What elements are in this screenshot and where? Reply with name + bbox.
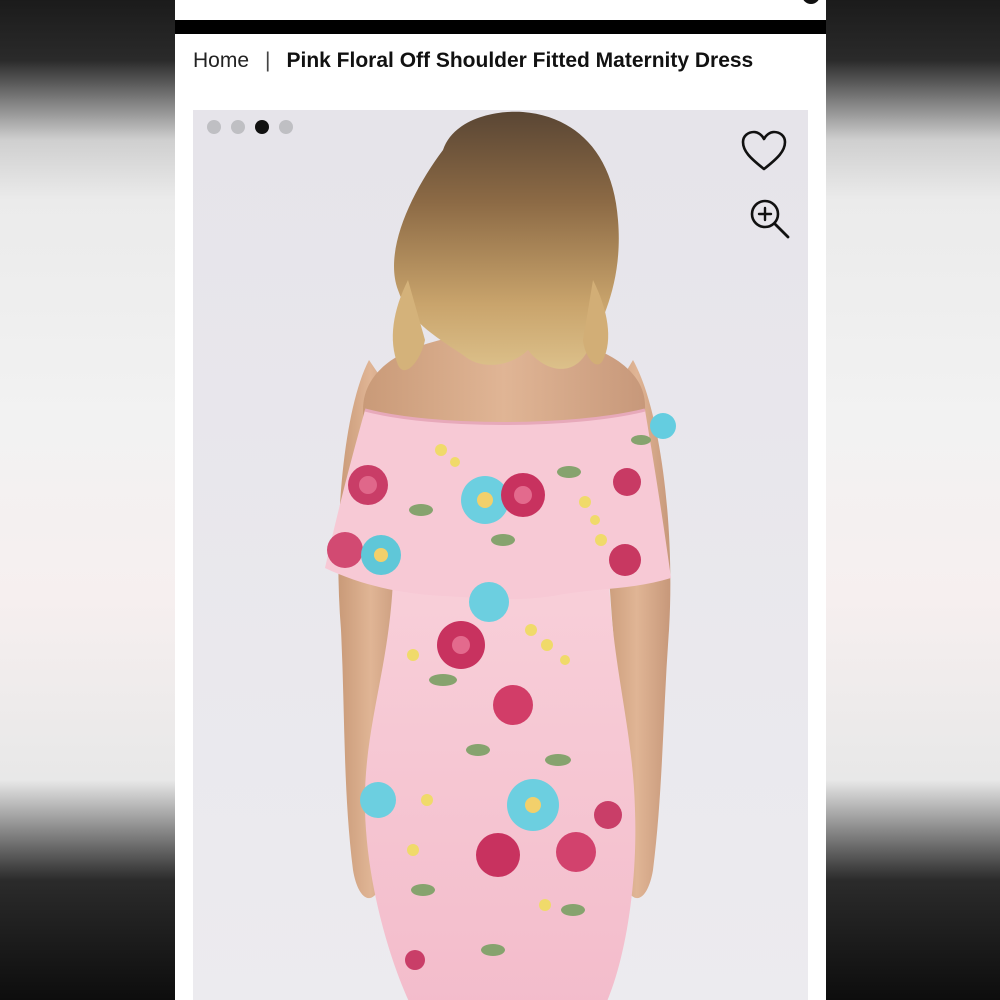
product-page: Home | Pink Floral Off Shoulder Fitted M… (175, 0, 826, 1000)
wishlist-button[interactable] (739, 126, 789, 176)
carousel-dot[interactable] (207, 120, 221, 134)
breadcrumb: Home | Pink Floral Off Shoulder Fitted M… (193, 44, 753, 78)
breadcrumb-separator: | (265, 49, 271, 72)
top-strip (175, 0, 826, 20)
header-bar (175, 20, 826, 34)
breadcrumb-current-page: Pink Floral Off Shoulder Fitted Maternit… (286, 49, 754, 72)
blurred-background-left (0, 0, 175, 1000)
blurred-background-right (825, 0, 1000, 1000)
product-image-gallery[interactable] (193, 110, 808, 1000)
zoom-in-icon (750, 199, 790, 239)
breadcrumb-home-link[interactable]: Home (193, 49, 249, 73)
cart-icon[interactable] (802, 0, 820, 4)
carousel-dot-active[interactable] (255, 120, 269, 134)
product-photo (193, 110, 808, 1000)
zoom-button[interactable] (745, 194, 795, 244)
heart-icon (741, 130, 787, 171)
carousel-dot[interactable] (279, 120, 293, 134)
carousel-dots (207, 120, 293, 134)
carousel-dot[interactable] (231, 120, 245, 134)
